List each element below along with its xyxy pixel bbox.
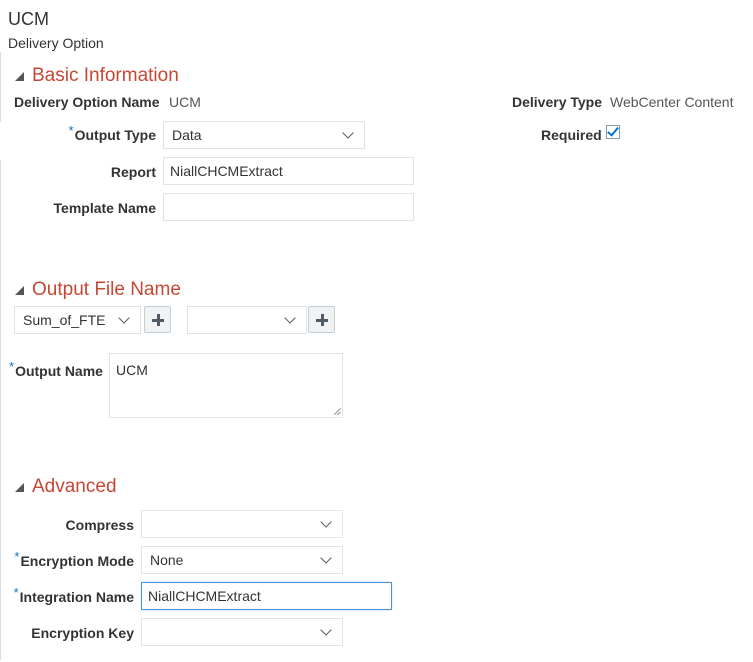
encryption-mode-select[interactable]: None [141, 546, 343, 574]
output-type-selected: Data [172, 127, 202, 143]
basic-information-section-header[interactable]: Basic Information [15, 65, 179, 87]
output-type-label: *Output Type [68, 123, 156, 143]
delivery-option-name-label: Delivery Option Name [14, 94, 160, 110]
encryption-key-select[interactable] [141, 618, 343, 646]
chevron-down-icon [320, 624, 332, 636]
output-type-select[interactable]: Data [163, 121, 365, 149]
output-name-label: *Output Name [9, 359, 103, 379]
left-rule [0, 52, 1, 122]
collapse-triangle-icon[interactable] [15, 72, 24, 81]
report-field[interactable]: NiallCHCMExtract [163, 157, 414, 185]
section-title: Advanced [32, 476, 117, 497]
checkmark-icon [607, 124, 619, 137]
page-subtitle: Delivery Option [8, 35, 104, 51]
output-name-textarea[interactable]: UCM [109, 353, 343, 418]
chevron-down-icon [118, 312, 130, 324]
collapse-triangle-icon[interactable] [15, 483, 24, 492]
compress-label: Compress [65, 517, 134, 533]
required-marker: * [14, 549, 20, 564]
page-title: UCM [8, 9, 49, 29]
integration-name-label: *Integration Name [13, 585, 134, 605]
delivery-type-value: WebCenter Content [610, 94, 734, 110]
second-field-select[interactable] [187, 306, 307, 334]
template-name-label: Template Name [53, 200, 156, 216]
required-marker: * [9, 359, 15, 374]
output-name-value: UCM [116, 362, 148, 378]
field-name-selected: Sum_of_FTE [23, 312, 106, 328]
encryption-mode-label: *Encryption Mode [14, 549, 134, 569]
required-label: Required [541, 127, 602, 143]
required-marker: * [68, 123, 74, 138]
required-marker: * [13, 585, 19, 600]
required-checkbox[interactable] [606, 124, 620, 139]
chevron-down-icon [342, 127, 354, 139]
chevron-down-icon [320, 516, 332, 528]
plus-icon [151, 313, 164, 326]
advanced-section-header[interactable]: Advanced [15, 476, 117, 498]
encryption-mode-selected: None [150, 552, 184, 568]
encryption-key-label: Encryption Key [31, 625, 134, 641]
delivery-type-label: Delivery Type [512, 94, 603, 110]
integration-name-field[interactable]: NiallCHCMExtract [141, 582, 392, 610]
compress-select[interactable] [141, 510, 343, 538]
collapse-triangle-icon[interactable] [15, 286, 24, 295]
add-field-button[interactable] [144, 306, 171, 333]
resize-handle-icon[interactable] [332, 407, 340, 415]
chevron-down-icon [320, 552, 332, 564]
left-rule [0, 160, 1, 660]
chevron-down-icon [284, 312, 296, 324]
report-label: Report [110, 164, 156, 180]
plus-icon [315, 313, 328, 326]
field-name-select[interactable]: Sum_of_FTE [14, 306, 141, 334]
section-title: Basic Information [32, 65, 179, 86]
add-second-field-button[interactable] [308, 306, 335, 333]
delivery-option-name-value: UCM [169, 94, 201, 110]
template-name-field[interactable] [163, 193, 414, 221]
output-file-name-section-header[interactable]: Output File Name [15, 279, 181, 301]
section-title: Output File Name [32, 279, 181, 300]
